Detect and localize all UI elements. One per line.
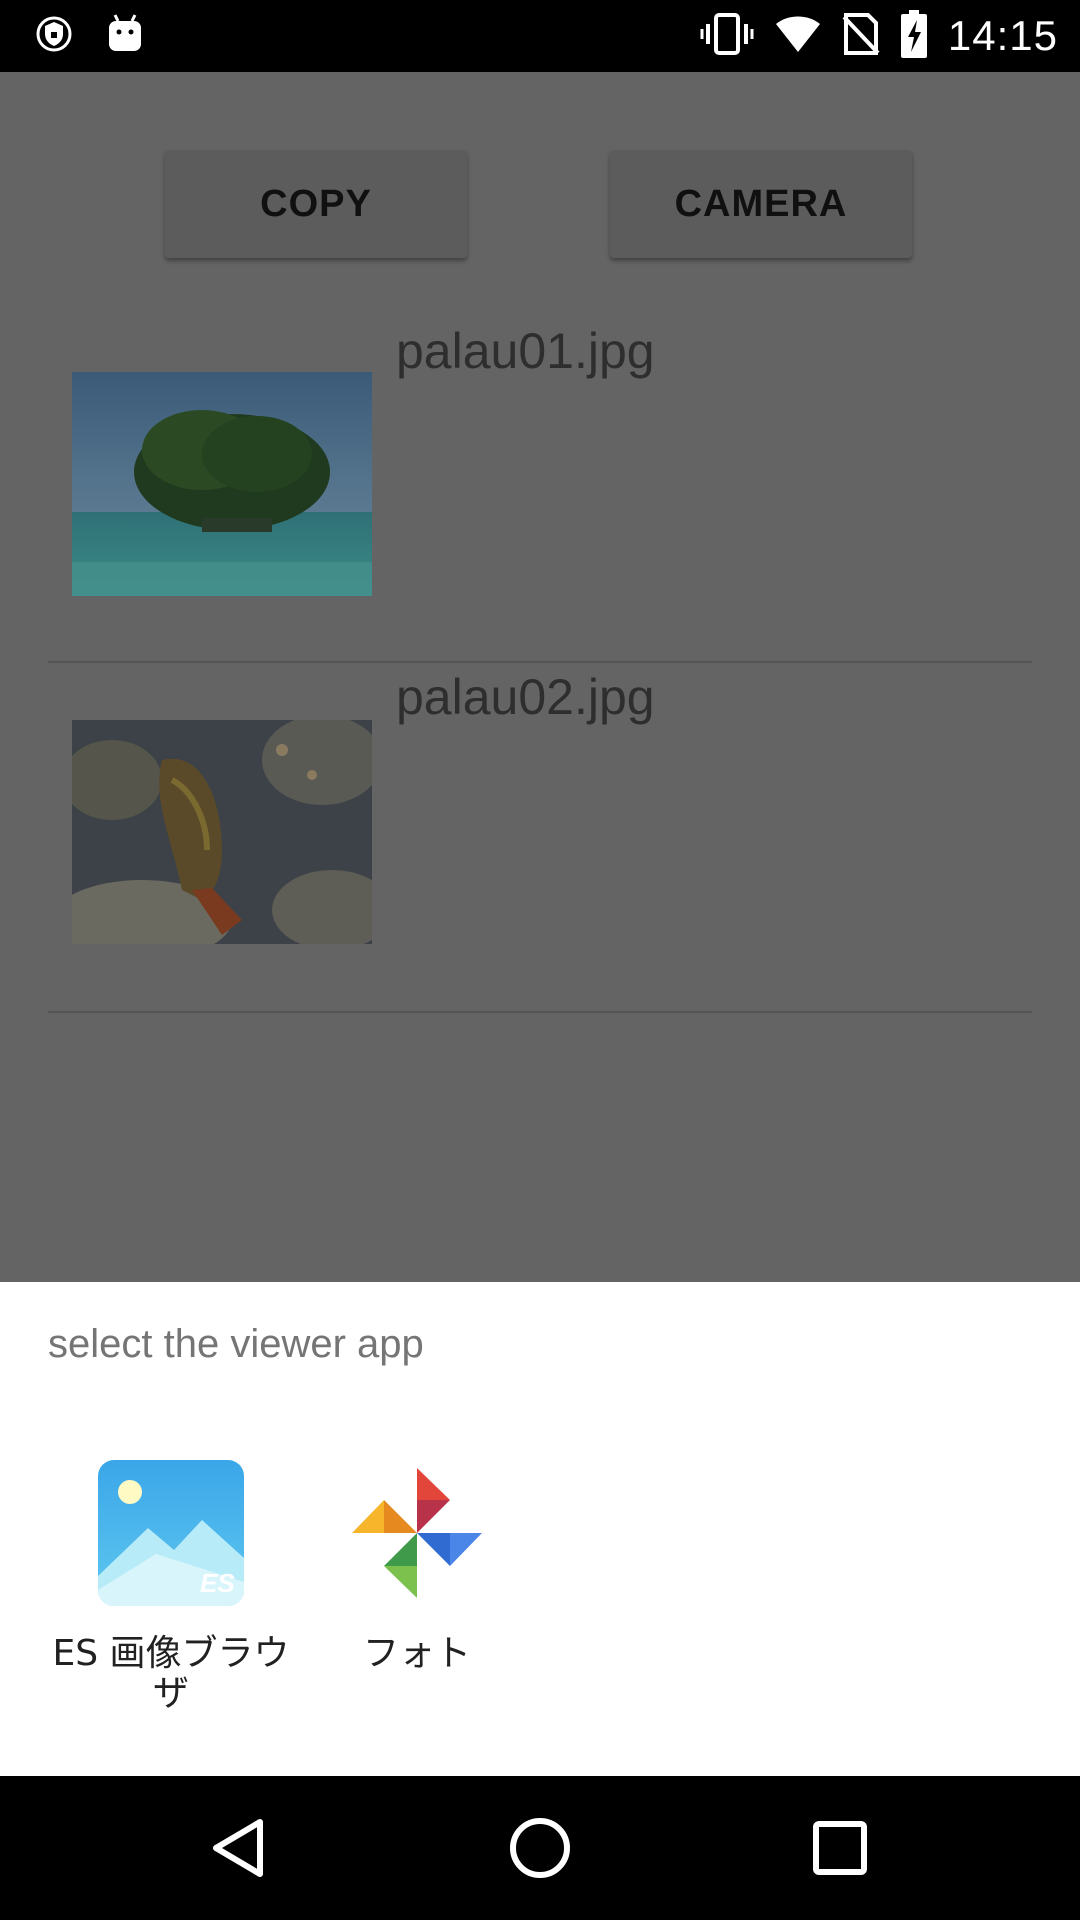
navigation-bar bbox=[0, 1776, 1080, 1920]
list-divider bbox=[48, 1011, 1032, 1013]
copy-button[interactable]: COPY bbox=[165, 150, 467, 258]
app-label: フォト bbox=[362, 1633, 471, 1674]
status-bar: 14:15 bbox=[0, 0, 1080, 72]
status-time: 14:15 bbox=[947, 12, 1058, 59]
list-divider bbox=[48, 661, 1032, 663]
home-icon[interactable] bbox=[504, 1812, 576, 1884]
fish-thumbnail bbox=[72, 720, 372, 944]
google-photos-icon bbox=[342, 1458, 492, 1608]
chooser-title: select the viewer app bbox=[48, 1322, 424, 1366]
island-thumbnail bbox=[72, 372, 372, 596]
list-item[interactable]: palau02.jpg bbox=[48, 668, 1032, 1004]
vpn-shield-icon bbox=[36, 14, 72, 58]
app-chooser-sheet: select the viewer app ES ES 画像ブラウザ フォト bbox=[0, 1282, 1080, 1776]
vibrate-icon bbox=[700, 12, 754, 60]
file-name: palau02.jpg bbox=[396, 669, 655, 725]
back-icon[interactable] bbox=[204, 1812, 276, 1884]
list-item[interactable]: palau01.jpg bbox=[48, 318, 1032, 654]
android-icon bbox=[106, 12, 144, 58]
app-label: ES 画像ブラウザ bbox=[52, 1633, 290, 1714]
app-content: COPY CAMERA palau01.jpg palau02.jpg bbox=[0, 72, 1080, 1282]
app-option-es-gallery[interactable]: ES ES 画像ブラウザ bbox=[46, 1458, 296, 1714]
es-gallery-icon: ES bbox=[96, 1458, 246, 1608]
no-sim-icon bbox=[842, 13, 880, 59]
recents-icon[interactable] bbox=[804, 1812, 876, 1884]
app-option-photos[interactable]: フォト bbox=[292, 1458, 542, 1674]
svg-text:ES: ES bbox=[200, 1568, 235, 1598]
file-name: palau01.jpg bbox=[396, 323, 655, 379]
battery-charging-icon bbox=[900, 10, 928, 62]
camera-button[interactable]: CAMERA bbox=[610, 150, 912, 258]
wifi-icon bbox=[774, 14, 822, 58]
